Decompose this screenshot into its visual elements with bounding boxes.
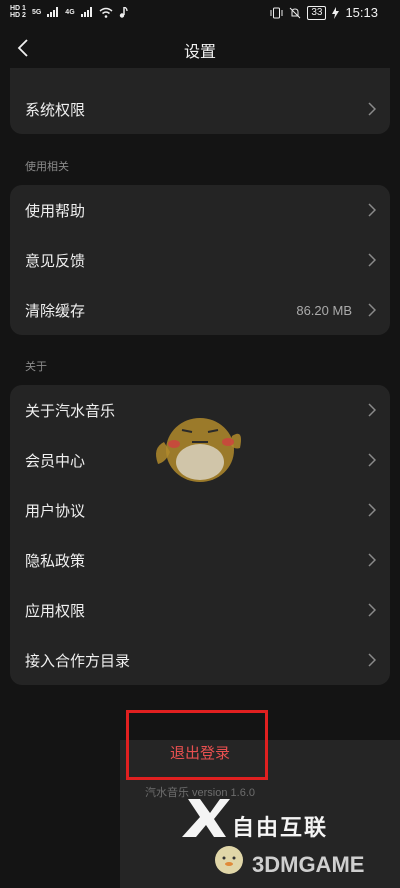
settings-card-usage: 使用帮助 意见反馈 清除缓存 86.20 MB <box>10 185 390 335</box>
settings-item-feedback[interactable]: 意见反馈 <box>10 235 390 285</box>
chevron-right-icon <box>368 453 376 467</box>
settings-item-label: 关于汽水音乐 <box>25 402 116 420</box>
mascot-sticker-icon <box>156 418 241 482</box>
signal-icon-2 <box>80 7 92 17</box>
battery-indicator: 33 <box>307 5 327 20</box>
brand-x-logo-icon <box>182 799 230 837</box>
status-bar: HD 1 HD 2 5G 4G 33 15:13 <box>0 0 400 28</box>
music-note-icon <box>119 6 128 18</box>
settings-item-system-permissions[interactable]: 系统权限 <box>10 84 390 134</box>
title-bar: 设置 <box>0 30 400 66</box>
cache-size-value: 86.20 MB <box>296 302 352 318</box>
section-title-usage: 使用相关 <box>25 161 69 173</box>
chevron-right-icon <box>368 503 376 517</box>
network-5g-label: 5G <box>31 8 42 16</box>
chevron-right-icon <box>368 553 376 567</box>
wifi-icon <box>99 7 113 18</box>
mute-bell-icon <box>289 7 301 18</box>
sim-indicators: HD 1 HD 2 <box>10 5 26 19</box>
settings-item-clear-cache[interactable]: 清除缓存 86.20 MB <box>10 285 390 335</box>
settings-item-label: 会员中心 <box>25 452 86 470</box>
settings-item-user-agreement[interactable]: 用户协议 <box>10 485 390 535</box>
settings-item-help[interactable]: 使用帮助 <box>10 185 390 235</box>
settings-card-system: 系统权限 <box>10 68 390 134</box>
section-title-about: 关于 <box>25 361 47 373</box>
chevron-right-icon <box>368 102 376 116</box>
settings-item-label: 清除缓存 <box>25 302 86 320</box>
chevron-right-icon <box>368 653 376 667</box>
chevron-right-icon <box>368 303 376 317</box>
settings-item-partner-directory[interactable]: 接入合作方目录 <box>10 635 390 685</box>
chevron-right-icon <box>368 253 376 267</box>
watermark-mascot-icon <box>215 846 243 874</box>
chevron-right-icon <box>368 203 376 217</box>
highlight-box <box>126 710 268 780</box>
chevron-right-icon <box>368 403 376 417</box>
watermark-game-text: 3DMGAME <box>252 852 365 877</box>
page-title: 设置 <box>183 44 216 61</box>
settings-item-label: 隐私政策 <box>25 552 86 570</box>
vibrate-icon <box>270 7 283 18</box>
settings-item-privacy-policy[interactable]: 隐私政策 <box>10 535 390 585</box>
chevron-right-icon <box>368 603 376 617</box>
settings-item-label: 使用帮助 <box>25 202 86 220</box>
settings-item-label: 意见反馈 <box>25 252 86 270</box>
settings-item-app-permissions[interactable]: 应用权限 <box>10 585 390 635</box>
watermark-brand-text: 自由互联 <box>232 815 329 840</box>
clock: 15:13 <box>345 5 378 20</box>
settings-item-label: 应用权限 <box>25 602 86 620</box>
settings-item-label: 接入合作方目录 <box>25 652 131 670</box>
settings-item-label: 用户协议 <box>25 502 86 520</box>
hd1-label: HD 1 <box>10 5 26 12</box>
signal-icon <box>47 7 59 17</box>
charging-icon <box>332 6 340 19</box>
settings-item-label: 系统权限 <box>25 101 86 119</box>
network-4g-label: 4G <box>65 8 75 16</box>
hd2-label: HD 2 <box>10 12 26 19</box>
